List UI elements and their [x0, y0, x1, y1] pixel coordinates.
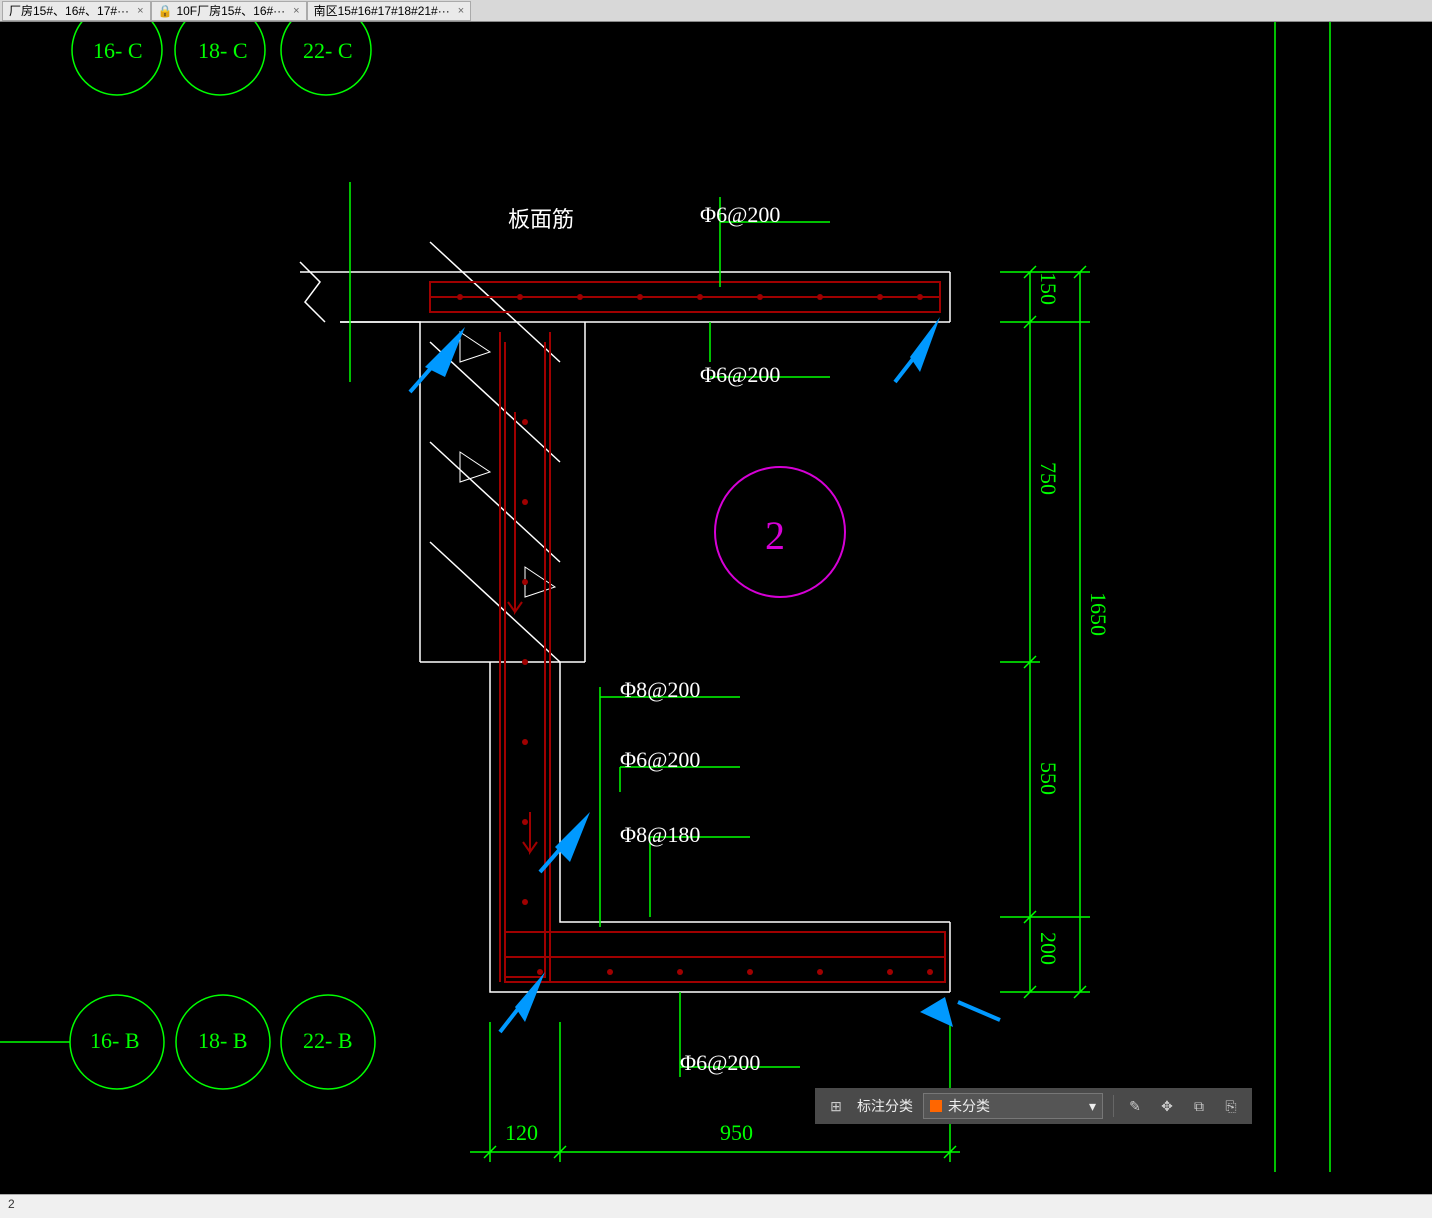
copy-icon[interactable]: ⧉	[1188, 1095, 1210, 1117]
grid-bubble-label: 18- B	[198, 1028, 248, 1054]
rebar-spec: Φ6@200	[680, 1050, 760, 1076]
close-icon[interactable]: ×	[137, 5, 143, 17]
dim-value: 1650	[1085, 592, 1111, 636]
lock-icon: 🔒	[158, 4, 173, 18]
rebar-spec: Φ6@200	[620, 747, 700, 773]
edit-icon[interactable]: ✎	[1124, 1095, 1146, 1117]
rebar-spec: Φ8@200	[620, 677, 700, 703]
annotation-classify-panel: ⊞ 标注分类 未分类 ✎ ✥ ⧉ ⎘	[815, 1088, 1252, 1124]
tab-label: 10F厂房15#、16#···	[176, 2, 285, 19]
color-swatch-icon	[930, 1100, 942, 1112]
grid-bubble-label: 16- C	[93, 38, 143, 64]
dim-value: 750	[1035, 462, 1061, 495]
tab-label: 厂房15#、16#、17#···	[9, 2, 129, 19]
tab-label: 南区15#16#17#18#21#···	[314, 2, 450, 19]
classify-dropdown[interactable]: 未分类	[923, 1093, 1103, 1119]
dim-value: 550	[1035, 762, 1061, 795]
cad-canvas[interactable]: 16- C 18- C 22- C 16- B 18- B 22- B 2 板面…	[0, 22, 1432, 1172]
classify-label: 标注分类	[857, 1096, 913, 1116]
divider	[1113, 1095, 1114, 1117]
tab-1[interactable]: 厂房15#、16#、17#··· ×	[2, 1, 151, 21]
tab-2[interactable]: 🔒 10F厂房15#、16#··· ×	[151, 1, 307, 21]
grid-bubble-label: 18- C	[198, 38, 248, 64]
rebar-spec: Φ8@180	[620, 822, 700, 848]
grid-bubble-label: 22- C	[303, 38, 353, 64]
status-coord: 2	[8, 1197, 15, 1211]
grid-bubble-label: 22- B	[303, 1028, 353, 1054]
move-icon[interactable]: ✥	[1156, 1095, 1178, 1117]
paste-icon[interactable]: ⎘	[1220, 1095, 1242, 1117]
dim-value: 200	[1035, 932, 1061, 965]
dim-value: 950	[720, 1120, 753, 1146]
grid-bubble-label: 16- B	[90, 1028, 140, 1054]
dropdown-value: 未分类	[948, 1096, 990, 1116]
tab-bar: 厂房15#、16#、17#··· × 🔒 10F厂房15#、16#··· × 南…	[0, 0, 1432, 22]
close-icon[interactable]: ×	[458, 5, 464, 17]
annotation-top-label: 板面筋	[508, 202, 574, 234]
grid-icon[interactable]: ⊞	[825, 1095, 847, 1117]
dim-value: 150	[1035, 272, 1061, 305]
rebar-spec: Φ6@200	[700, 362, 780, 388]
detail-number: 2	[765, 512, 785, 559]
close-icon[interactable]: ×	[293, 5, 299, 17]
rebar-spec: Φ6@200	[700, 202, 780, 228]
tab-3[interactable]: 南区15#16#17#18#21#··· ×	[307, 1, 472, 21]
status-bar: 2	[0, 1194, 1432, 1218]
dim-value: 120	[505, 1120, 538, 1146]
